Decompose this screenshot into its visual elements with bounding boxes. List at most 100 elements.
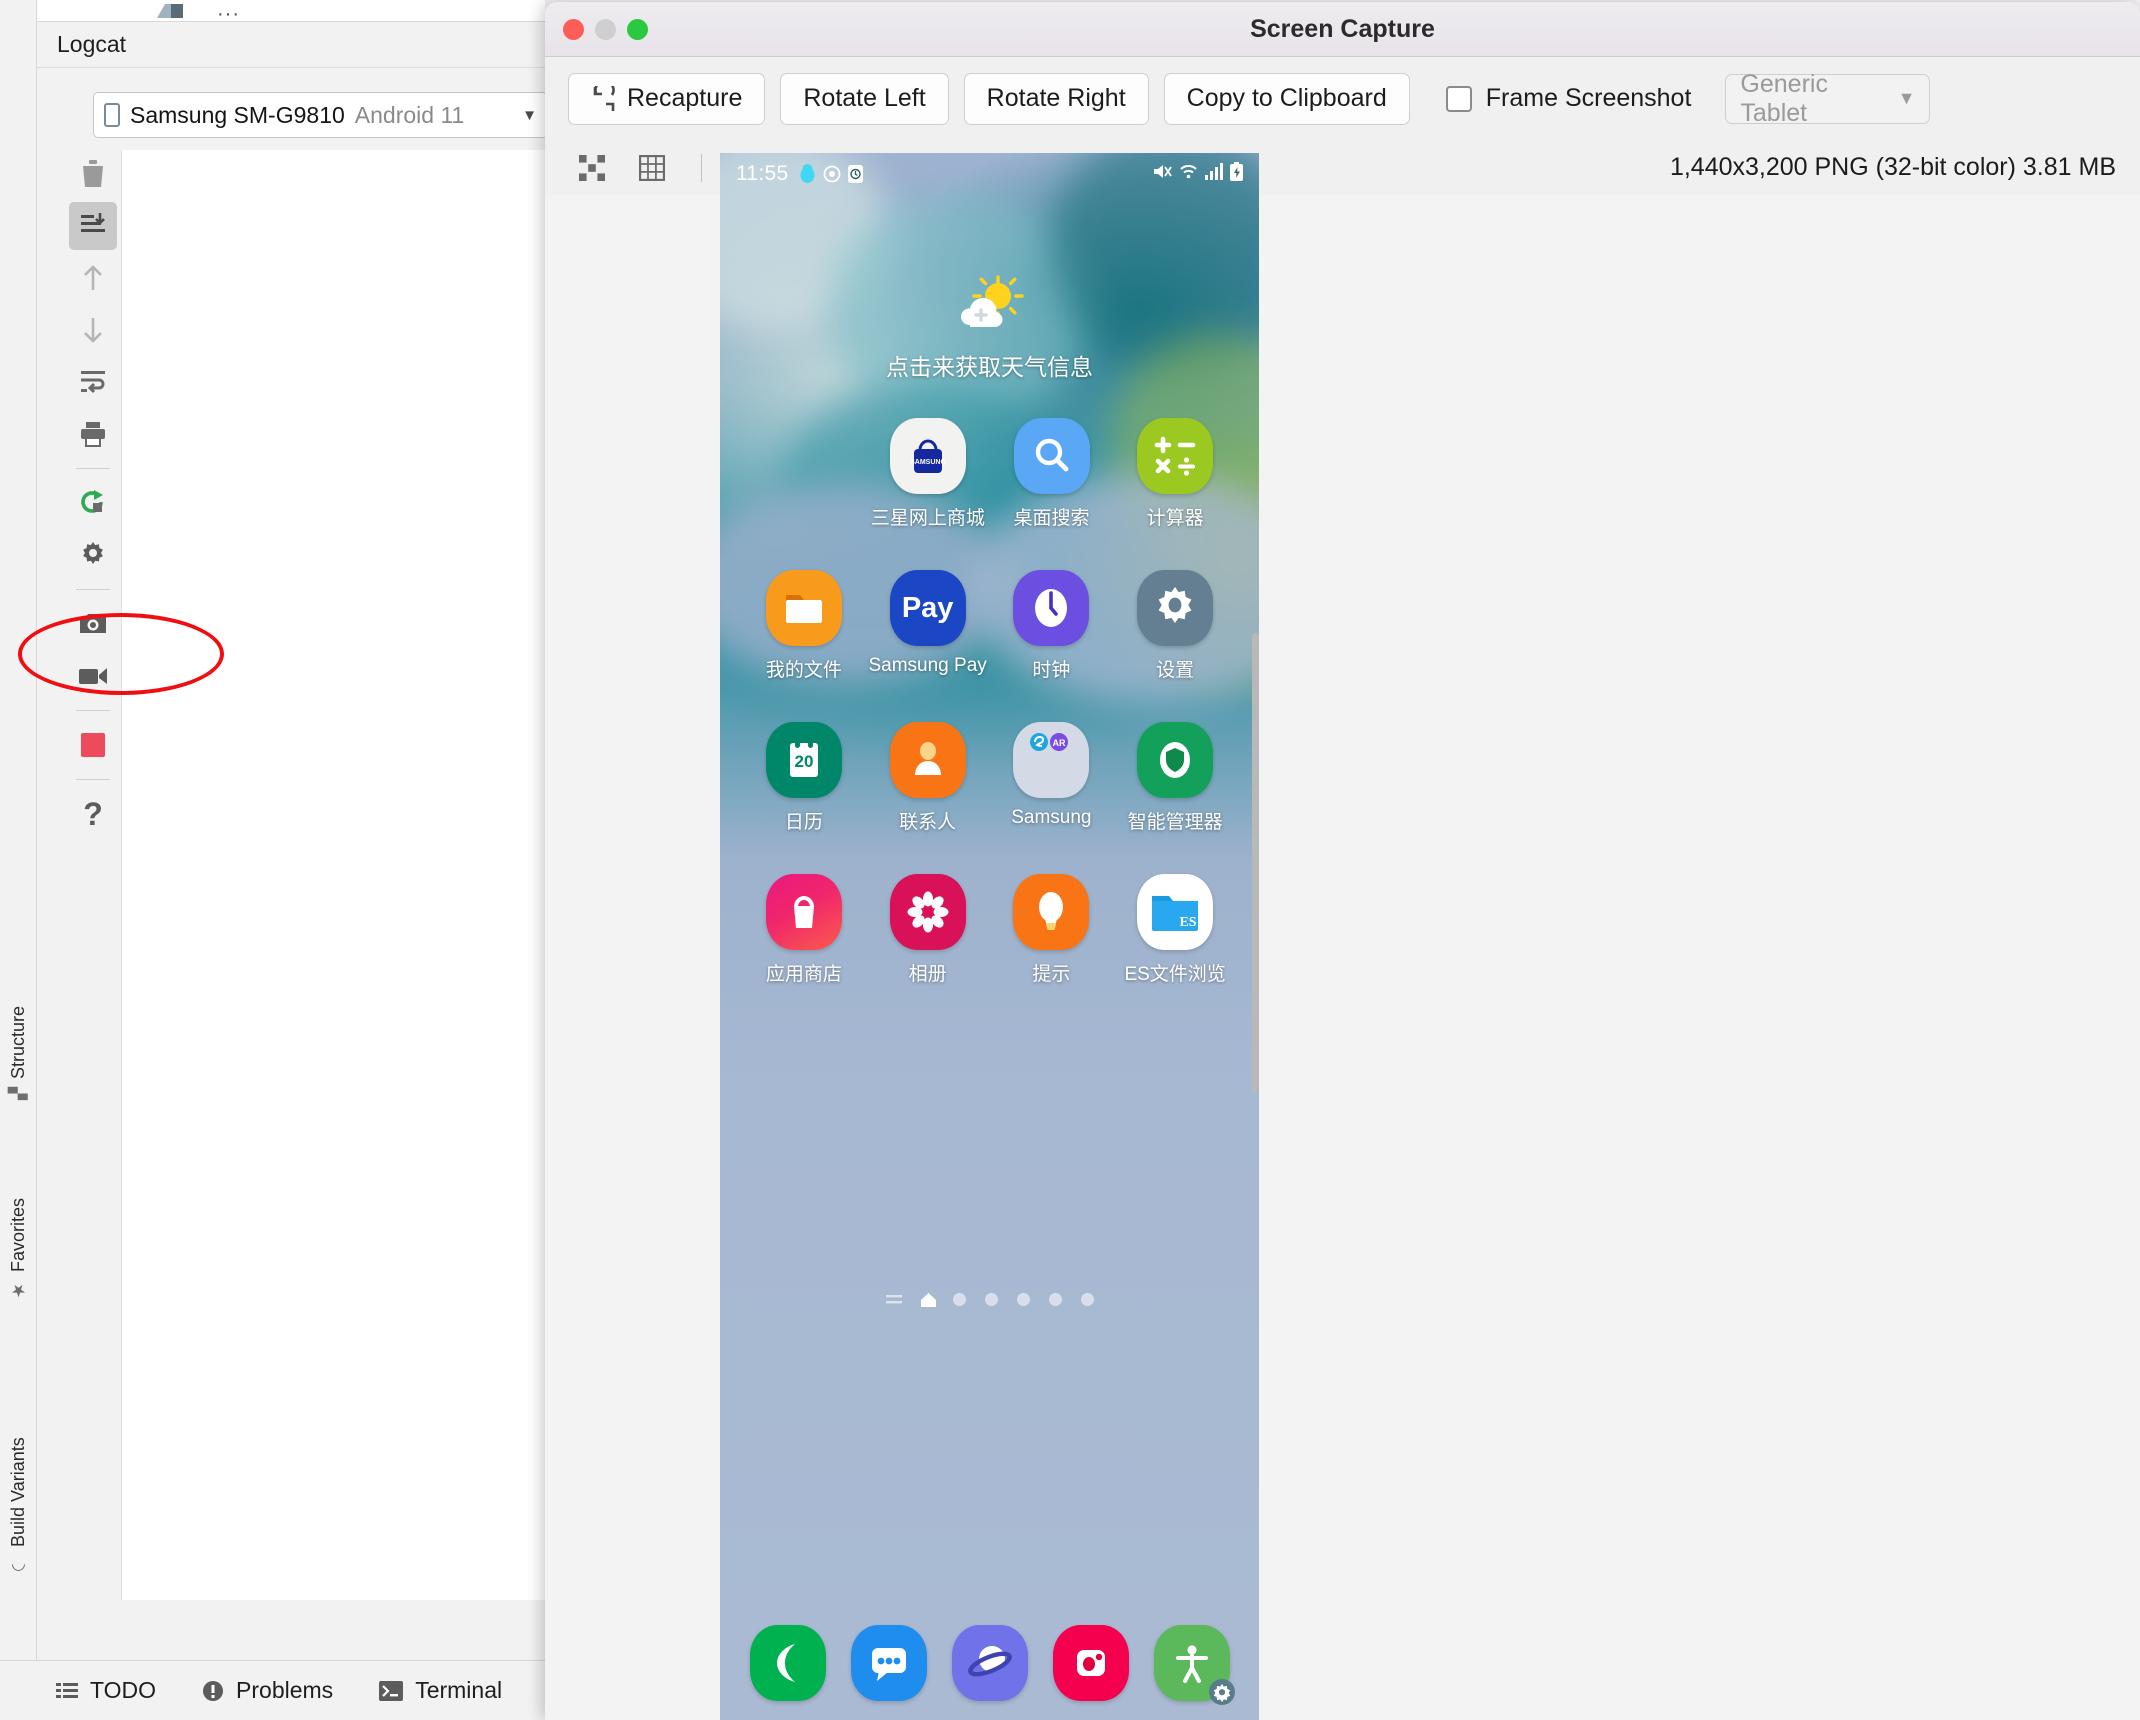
device-selector[interactable]: Samsung SM-G9810 Android 11 ▼ bbox=[93, 92, 548, 138]
logcat-toolbar: ? bbox=[65, 150, 121, 1600]
statusbar-problems[interactable]: Problems bbox=[202, 1677, 333, 1704]
app-gallery[interactable]: 相册 bbox=[866, 874, 990, 986]
star-icon: ★ bbox=[9, 1280, 29, 1300]
status-bar-time: 11:55 bbox=[736, 162, 789, 186]
dock-accessibility[interactable] bbox=[1154, 1625, 1230, 1701]
menu-indicator[interactable] bbox=[886, 1293, 902, 1306]
home-indicator[interactable] bbox=[921, 1293, 934, 1306]
page-dot[interactable] bbox=[985, 1293, 998, 1306]
statusbar-terminal-label: Terminal bbox=[415, 1677, 502, 1704]
window-titlebar: Screen Capture bbox=[545, 2, 2140, 57]
app-samsung-folder[interactable]: AR Samsung bbox=[990, 722, 1114, 834]
page-dot[interactable] bbox=[1049, 1293, 1062, 1306]
up-arrow-icon[interactable] bbox=[69, 254, 117, 302]
app-samsung-pay[interactable]: Pay Samsung Pay bbox=[866, 570, 990, 682]
frame-screenshot-label: Frame Screenshot bbox=[1486, 84, 1692, 113]
canvas-scrollbar[interactable] bbox=[1252, 633, 1259, 1093]
copy-to-clipboard-label: Copy to Clipboard bbox=[1187, 84, 1387, 113]
rotate-right-button[interactable]: Rotate Right bbox=[964, 73, 1149, 125]
calendar-icon: 20 bbox=[766, 722, 842, 798]
recapture-button[interactable]: Recapture bbox=[568, 73, 765, 125]
app-label: 提示 bbox=[1032, 959, 1070, 986]
print-icon[interactable] bbox=[69, 410, 117, 458]
refresh-icon bbox=[591, 86, 617, 112]
device-name: Samsung SM-G9810 bbox=[130, 102, 345, 129]
statusbar-terminal[interactable]: Terminal bbox=[379, 1677, 502, 1704]
app-smart-manager[interactable]: 智能管理器 bbox=[1113, 722, 1237, 834]
page-dot[interactable] bbox=[953, 1293, 966, 1306]
app-label: Samsung bbox=[1011, 807, 1091, 829]
app-galaxy-store[interactable]: 应用商店 bbox=[742, 874, 866, 986]
down-arrow-icon[interactable] bbox=[69, 306, 117, 354]
accessibility-settings-badge-icon bbox=[1209, 1679, 1235, 1705]
app-label: 我的文件 bbox=[766, 655, 842, 682]
dock-phone[interactable] bbox=[750, 1625, 826, 1701]
stop-icon[interactable] bbox=[69, 721, 117, 769]
device-frame-dropdown[interactable]: Generic Tablet ▼ bbox=[1725, 74, 1930, 124]
settings-icon[interactable] bbox=[69, 531, 117, 579]
grid-icon[interactable] bbox=[635, 151, 669, 185]
frame-screenshot-checkbox[interactable] bbox=[1446, 86, 1472, 112]
app-settings[interactable]: 设置 bbox=[1113, 570, 1237, 682]
statusbar-todo[interactable]: TODO bbox=[56, 1677, 156, 1704]
page-dot[interactable] bbox=[1081, 1293, 1094, 1306]
soft-wrap-icon[interactable] bbox=[69, 358, 117, 406]
sun-cloud-plus-icon bbox=[954, 273, 1026, 340]
logcat-output-area[interactable] bbox=[121, 150, 545, 1600]
app-my-files[interactable]: 我的文件 bbox=[742, 570, 866, 682]
galaxy-store-icon bbox=[766, 874, 842, 950]
rail-item-favorites[interactable]: ★ Favorites bbox=[0, 1120, 37, 1300]
transparency-grid-icon[interactable] bbox=[575, 151, 609, 185]
page-indicators bbox=[720, 1293, 1259, 1306]
rail-item-build-variants[interactable]: ◠ Build Variants bbox=[0, 1325, 37, 1575]
copy-to-clipboard-button[interactable]: Copy to Clipboard bbox=[1164, 73, 1410, 125]
app-samsung-shop[interactable]: SAMSUNG 三星网上商城 bbox=[866, 418, 990, 530]
page-dot[interactable] bbox=[1017, 1293, 1030, 1306]
rotate-left-button[interactable]: Rotate Left bbox=[780, 73, 948, 125]
app-calendar[interactable]: 20 日历 bbox=[742, 722, 866, 834]
samsung-shop-icon: SAMSUNG bbox=[890, 418, 966, 494]
clear-logcat-icon[interactable] bbox=[69, 150, 117, 198]
gallery-flower-icon bbox=[890, 874, 966, 950]
app-grid: SAMSUNG 三星网上商城 bbox=[742, 418, 1237, 986]
rotate-right-label: Rotate Right bbox=[987, 84, 1126, 113]
clock-icon bbox=[848, 165, 863, 183]
calculator-icon bbox=[1137, 418, 1213, 494]
svg-text:AR: AR bbox=[1053, 738, 1066, 748]
structure-icon: ▞ bbox=[9, 1087, 29, 1100]
help-icon[interactable]: ? bbox=[69, 790, 117, 838]
frame-screenshot-group: Frame Screenshot bbox=[1446, 84, 1692, 113]
app-label: 设置 bbox=[1156, 655, 1194, 682]
app-calculator[interactable]: 计算器 bbox=[1113, 418, 1237, 530]
screen-capture-window: Screen Capture Recapture Rotate Left Rot… bbox=[545, 2, 2140, 1720]
annotation-ellipse bbox=[18, 613, 224, 695]
dock-internet-browser[interactable] bbox=[952, 1625, 1028, 1701]
dock-messages[interactable] bbox=[851, 1625, 927, 1701]
toolbar-separator bbox=[76, 468, 110, 469]
dock-camera[interactable] bbox=[1053, 1625, 1129, 1701]
weather-widget[interactable]: 点击来获取天气信息 bbox=[720, 273, 1259, 382]
android-icon: ◠ bbox=[9, 1555, 29, 1575]
app-row: 我的文件 Pay Samsung Pay bbox=[742, 570, 1237, 682]
rail-label-build-variants: Build Variants bbox=[8, 1437, 29, 1547]
app-contacts[interactable]: 联系人 bbox=[866, 722, 990, 834]
app-label: Samsung Pay bbox=[868, 655, 986, 677]
toolbar-divider bbox=[701, 154, 702, 182]
app-clock[interactable]: 时钟 bbox=[990, 570, 1114, 682]
search-icon bbox=[1014, 418, 1090, 494]
battery-charging-icon bbox=[1230, 162, 1243, 187]
restart-icon[interactable] bbox=[69, 479, 117, 527]
chevron-down-icon: ▼ bbox=[522, 107, 537, 124]
scroll-to-end-icon[interactable] bbox=[69, 202, 117, 250]
app-label: 应用商店 bbox=[766, 959, 842, 986]
ide-left-rail: ▞ Structure ★ Favorites ◠ Build Variants bbox=[0, 0, 37, 1660]
app-es-file-explorer[interactable]: ES ES文件浏览 bbox=[1113, 874, 1237, 986]
tips-bulb-icon bbox=[1013, 874, 1089, 950]
app-tips[interactable]: 提示 bbox=[990, 874, 1114, 986]
qq-penguin-icon bbox=[799, 164, 816, 184]
rail-item-structure[interactable]: ▞ Structure bbox=[0, 910, 37, 1100]
clock-app-icon bbox=[1013, 570, 1089, 646]
app-label: 计算器 bbox=[1147, 503, 1204, 530]
editor-tabstrip: ··· bbox=[37, 0, 545, 22]
app-desktop-search[interactable]: 桌面搜索 bbox=[990, 418, 1114, 530]
